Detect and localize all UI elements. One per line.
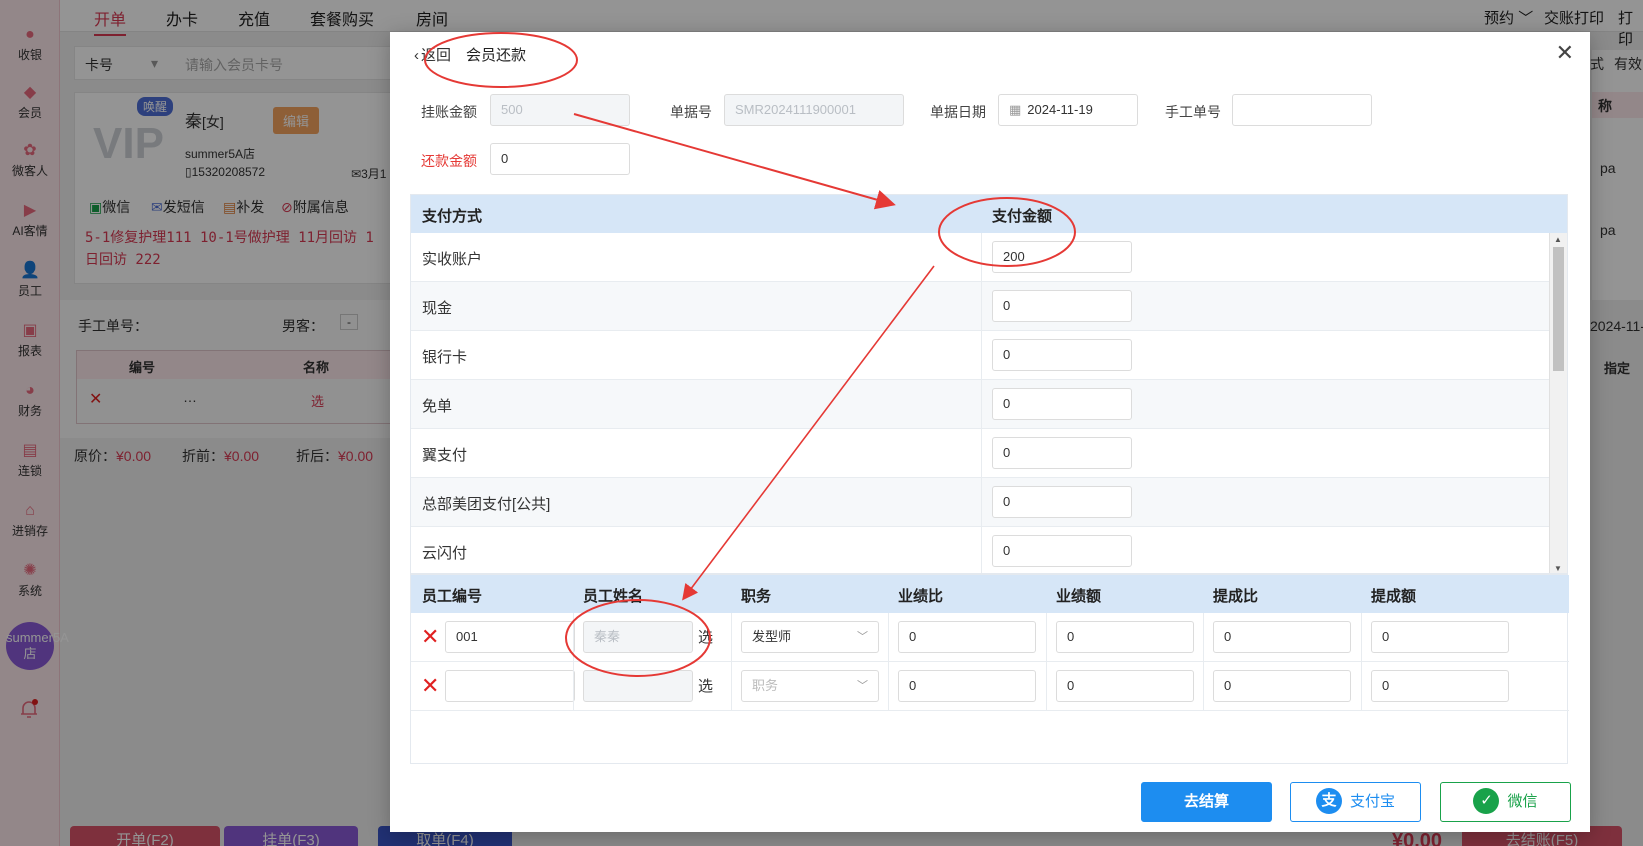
payment-row: 实收账户 200	[411, 233, 1549, 282]
alipay-icon: 支	[1315, 787, 1342, 814]
col-payment-amount: 支付金额	[992, 208, 1053, 225]
payment-row: 现金 0	[411, 282, 1549, 331]
payment-method-name: 免单	[422, 398, 453, 415]
credit-amount-label: 挂账金额	[421, 104, 477, 120]
perf-amount-input[interactable]: 0	[1056, 621, 1194, 653]
staff-table: 员工编号 员工姓名 职务 业绩比 业绩额 提成比 提成额 ✕ 001 秦秦 选 …	[410, 574, 1569, 764]
comm-ratio-input[interactable]: 0	[1213, 621, 1351, 653]
checkout-button[interactable]: 去结算	[1141, 782, 1272, 822]
comm-amount-input[interactable]: 0	[1371, 621, 1509, 653]
payment-row: 翼支付 0	[411, 429, 1549, 478]
staff-row: ✕ 001 秦秦 选 发型师 ﹀ 0 0 0 0	[411, 613, 1569, 662]
col-payment-method: 支付方式	[422, 208, 483, 225]
payment-table-header: 支付方式 支付金额	[411, 195, 1567, 233]
bill-date-picker[interactable]: ▦ 2024-11-19	[998, 94, 1138, 126]
staff-table-header: 员工编号 员工姓名 职务 业绩比 业绩额 提成比 提成额	[411, 575, 1569, 613]
chevron-down-icon: ﹀	[857, 680, 868, 692]
staff-row: ✕ 选 职务 ﹀ 0 0 0 0	[411, 662, 1569, 711]
perf-ratio-input[interactable]: 0	[898, 621, 1036, 653]
manual-no-label: 手工单号	[1165, 104, 1221, 120]
perf-ratio-input[interactable]: 0	[898, 670, 1036, 702]
bill-no-input: SMR2024111900001	[724, 94, 904, 126]
position-select[interactable]: 发型师 ﹀	[741, 621, 879, 653]
col-perf-ratio: 业绩比	[898, 588, 944, 605]
col-comm-amount: 提成额	[1371, 588, 1417, 605]
payment-table-scrollbar[interactable]: ▲ ▼	[1549, 233, 1567, 573]
choose-staff-link[interactable]: 选	[698, 675, 713, 696]
payment-row: 总部美团支付[公共] 0	[411, 478, 1549, 527]
close-icon[interactable]: ✕	[1556, 40, 1574, 66]
scrollbar-thumb[interactable]	[1553, 247, 1564, 371]
perf-amount-input[interactable]: 0	[1056, 670, 1194, 702]
back-button[interactable]: ‹ 返回	[414, 44, 451, 65]
payment-amount-input[interactable]: 200	[992, 241, 1132, 273]
choose-staff-link[interactable]: 选	[698, 626, 713, 647]
col-comm-ratio: 提成比	[1213, 588, 1259, 605]
modal-title: 会员还款	[466, 47, 527, 64]
payment-method-name: 总部美团支付[公共]	[422, 496, 551, 513]
payment-amount-input[interactable]: 0	[992, 388, 1132, 420]
col-staff-name: 员工姓名	[583, 588, 644, 605]
chevron-down-icon: ﹀	[857, 631, 868, 643]
wechat-icon: ✓	[1473, 787, 1500, 814]
payment-method-name: 云闪付	[422, 545, 468, 562]
repay-amount-input[interactable]: 0	[490, 143, 630, 175]
bill-date-label: 单据日期	[930, 104, 986, 120]
alipay-button[interactable]: 支支付宝	[1290, 782, 1421, 822]
payment-amount-input[interactable]: 0	[992, 486, 1132, 518]
payment-table: 支付方式 支付金额 实收账户 200 现金 0 银行卡 0 免单 0 翼支付 0	[410, 194, 1568, 574]
payment-amount-input[interactable]: 0	[992, 339, 1132, 371]
col-position: 职务	[741, 588, 772, 605]
comm-amount-input[interactable]: 0	[1371, 670, 1509, 702]
payment-method-name: 翼支付	[422, 447, 468, 464]
scroll-down-icon[interactable]: ▼	[1554, 564, 1562, 573]
col-staff-code: 员工编号	[422, 588, 483, 605]
payment-amount-input[interactable]: 0	[992, 437, 1132, 469]
col-perf-amount: 业绩额	[1056, 588, 1102, 605]
wechat-pay-button[interactable]: ✓ 微信	[1440, 782, 1571, 822]
payment-row: 云闪付 0	[411, 527, 1549, 573]
chevron-left-icon: ‹	[414, 47, 419, 64]
delete-row-icon[interactable]: ✕	[421, 623, 439, 651]
scroll-up-icon[interactable]: ▲	[1554, 235, 1562, 244]
staff-name-input: 秦秦	[583, 621, 693, 653]
payment-method-name: 银行卡	[422, 349, 468, 366]
payment-method-name: 实收账户	[422, 251, 483, 268]
staff-name-input	[583, 670, 693, 702]
bill-no-label: 单据号	[670, 104, 712, 120]
member-repayment-modal: ‹ 返回 会员还款 ✕ 挂账金额 500 单据号 SMR2024111900001…	[390, 32, 1590, 832]
delete-row-icon[interactable]: ✕	[421, 672, 439, 700]
manual-no-input[interactable]	[1232, 94, 1372, 126]
staff-code-input[interactable]: 001	[445, 621, 575, 653]
credit-amount-input: 500	[490, 94, 630, 126]
staff-code-input[interactable]	[445, 670, 575, 702]
calendar-icon: ▦	[1009, 102, 1022, 117]
position-select[interactable]: 职务 ﹀	[741, 670, 879, 702]
payment-amount-input[interactable]: 0	[992, 535, 1132, 567]
payment-method-name: 现金	[422, 300, 453, 317]
comm-ratio-input[interactable]: 0	[1213, 670, 1351, 702]
repay-amount-label: 还款金额	[421, 153, 477, 169]
payment-amount-input[interactable]: 0	[992, 290, 1132, 322]
payment-row: 免单 0	[411, 380, 1549, 429]
payment-row: 银行卡 0	[411, 331, 1549, 380]
